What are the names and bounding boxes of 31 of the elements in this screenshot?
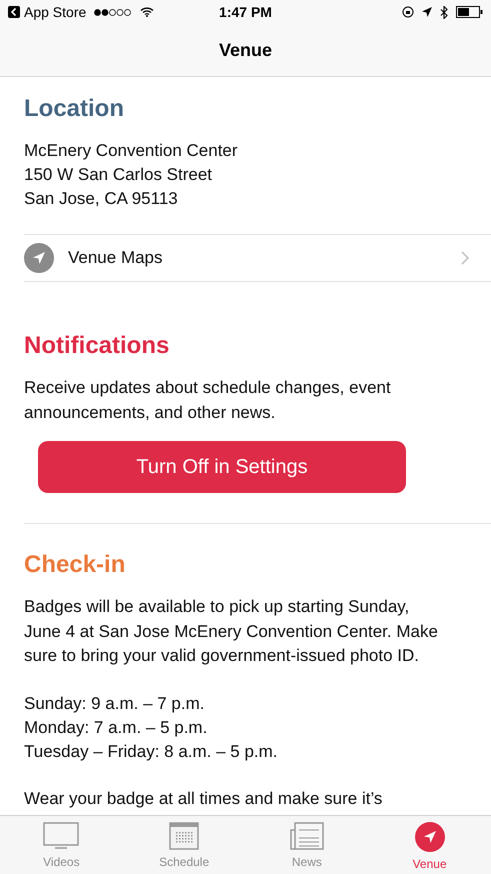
bluetooth-icon: [440, 6, 448, 18]
tab-item[interactable]: Videos: [0, 816, 123, 874]
venue-maps-row[interactable]: Venue Maps: [24, 234, 491, 282]
settings-button[interactable]: Turn Off in Settings: [38, 441, 406, 493]
location-icon: [422, 7, 432, 17]
wifi-icon: [140, 7, 154, 17]
newspaper-icon: [290, 822, 324, 850]
status-time: 1:47 PM: [219, 4, 272, 20]
calendar-icon: [169, 822, 200, 850]
address-line: McEnery Convention Center: [24, 140, 239, 162]
battery-icon: [456, 6, 483, 18]
tab-item[interactable]: Schedule: [122, 816, 246, 874]
checkin-text: Badges will be available to pick up starting Sunday, June 4 at San Jose McEnery Convention Center. Make sure to bring your valid government-issued photo ID.: [24, 596, 439, 667]
back-icon[interactable]: [8, 6, 20, 18]
chevron-icon: [461, 251, 469, 265]
back-link[interactable]: App Store: [24, 4, 86, 20]
hours-line: Monday: 7 a.m. – 5 p.m.: [24, 716, 208, 738]
badge-note: Wear your badge at all times and make sure it’s: [24, 788, 384, 810]
section-heading: Check-in: [24, 551, 126, 579]
tab-item[interactable]: News: [246, 816, 368, 874]
section-heading: Notifications: [24, 332, 170, 360]
address-line: San Jose, CA 95113: [24, 188, 179, 210]
tv-icon: [43, 822, 80, 850]
rotation-lock-icon: [402, 6, 414, 18]
section-heading: Location: [24, 95, 125, 123]
address-line: 150 W San Carlos Street: [24, 164, 214, 186]
nav-title: Venue: [218, 40, 272, 60]
notifications-text: Receive updates about schedule changes, event announcements, and other news.: [24, 377, 392, 424]
hours-line: Sunday: 9 a.m. – 7 p.m.: [24, 692, 206, 714]
tab-item[interactable]: Venue: [368, 816, 491, 874]
hours-line: Tuesday – Friday: 8 a.m. – 5 p.m.: [24, 740, 279, 762]
